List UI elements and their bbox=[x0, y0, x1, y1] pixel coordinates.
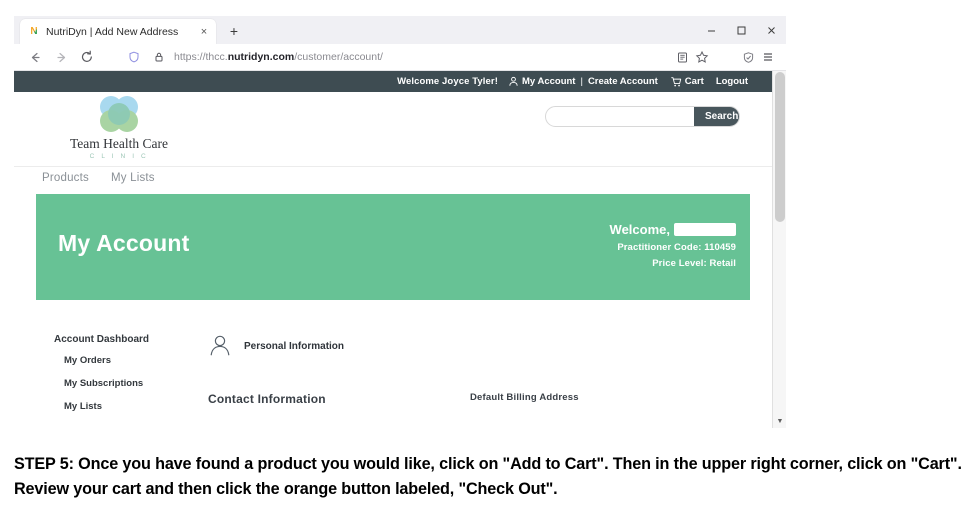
practitioner-code: Practitioner Code: 110459 bbox=[617, 242, 736, 253]
account-main-content: Personal Information Contact Information… bbox=[208, 334, 750, 424]
hero-account-summary: Welcome, Practitioner Code: 110459 Price… bbox=[610, 222, 736, 269]
cart-link[interactable]: Cart bbox=[670, 76, 704, 88]
sidebar-heading-account-dashboard[interactable]: Account Dashboard bbox=[54, 334, 208, 345]
search-button[interactable]: Search bbox=[694, 107, 739, 126]
forward-arrow-icon bbox=[56, 52, 65, 62]
scroll-down-arrow-icon[interactable]: ▼ bbox=[773, 416, 786, 428]
main-navigation: Products My Lists bbox=[14, 166, 772, 188]
sidebar-item-my-orders[interactable]: My Orders bbox=[64, 355, 208, 366]
padlock-icon[interactable] bbox=[149, 47, 169, 67]
cart-label: Cart bbox=[684, 76, 704, 87]
site-utility-bar: Welcome Joyce Tyler! My Account | Create… bbox=[14, 71, 772, 92]
redacted-user-name bbox=[674, 223, 736, 236]
contact-information-heading: Contact Information bbox=[208, 392, 326, 406]
new-tab-button[interactable]: + bbox=[222, 19, 246, 43]
search-box[interactable]: Search bbox=[545, 106, 740, 127]
personal-information-block: Personal Information bbox=[208, 334, 750, 358]
reload-button[interactable] bbox=[74, 46, 100, 68]
close-tab-icon[interactable]: × bbox=[198, 26, 210, 38]
sidebar-item-my-lists[interactable]: My Lists bbox=[64, 401, 208, 412]
my-account-label: My Account bbox=[521, 76, 576, 87]
tab-title: NutriDyn | Add New Address bbox=[46, 25, 179, 38]
account-columns: Contact Information Default Billing Addr… bbox=[208, 392, 750, 406]
hero-welcome-prefix: Welcome, bbox=[609, 222, 670, 237]
search-input[interactable] bbox=[546, 107, 694, 126]
nutridyn-n-favicon-icon: N bbox=[28, 26, 40, 38]
sidebar-item-my-subscriptions[interactable]: My Subscriptions bbox=[64, 378, 208, 389]
tab-strip: N NutriDyn | Add New Address × + bbox=[14, 16, 786, 44]
account-body: Account Dashboard My Orders My Subscript… bbox=[14, 300, 772, 424]
address-bar[interactable]: https://thcc.nutridyn.com/customer/accou… bbox=[118, 46, 666, 68]
create-account-link[interactable]: Create Account bbox=[588, 76, 658, 87]
maximize-icon bbox=[737, 26, 745, 34]
maximize-window-button[interactable] bbox=[726, 17, 756, 43]
utility-separator: | bbox=[580, 76, 583, 87]
nav-item-my-lists[interactable]: My Lists bbox=[111, 172, 155, 184]
tracking-protection-icon[interactable] bbox=[738, 47, 758, 67]
reload-icon bbox=[81, 50, 92, 62]
page-title: My Account bbox=[58, 230, 190, 256]
price-level: Price Level: Retail bbox=[652, 258, 736, 269]
utility-welcome-text: Welcome Joyce Tyler! bbox=[397, 76, 498, 87]
hero-container: My Account Welcome, Practitioner Code: 1… bbox=[14, 188, 772, 300]
scrollbar-thumb[interactable] bbox=[775, 72, 785, 222]
default-billing-address-column: Default Billing Address bbox=[470, 392, 750, 406]
default-billing-address-heading: Default Billing Address bbox=[470, 392, 579, 403]
my-account-link[interactable]: My Account bbox=[508, 76, 575, 87]
logo-subtitle: C L I N I C bbox=[89, 153, 149, 160]
vertical-scrollbar[interactable]: ▲ ▼ bbox=[772, 71, 786, 428]
url-text: https://thcc.nutridyn.com/customer/accou… bbox=[174, 51, 383, 63]
contact-information-column: Contact Information bbox=[208, 392, 470, 406]
url-prefix: https://thcc. bbox=[174, 51, 228, 63]
forward-button[interactable] bbox=[48, 46, 74, 68]
back-button[interactable] bbox=[22, 46, 48, 68]
url-domain: nutridyn.com bbox=[227, 51, 295, 63]
web-page: Welcome Joyce Tyler! My Account | Create… bbox=[14, 71, 772, 428]
url-path: /customer/account/ bbox=[294, 51, 383, 63]
nav-item-products[interactable]: Products bbox=[42, 172, 89, 184]
browser-toolbar: https://thcc.nutridyn.com/customer/accou… bbox=[14, 44, 786, 71]
account-sidebar: Account Dashboard My Orders My Subscript… bbox=[36, 334, 208, 424]
logo-name: Team Health Care bbox=[69, 136, 168, 151]
bookmark-star-icon[interactable] bbox=[692, 47, 712, 67]
account-hero-banner: My Account Welcome, Practitioner Code: 1… bbox=[36, 194, 750, 300]
hamburger-menu-icon[interactable] bbox=[758, 47, 778, 67]
back-arrow-icon bbox=[31, 52, 40, 62]
logout-link[interactable]: Logout bbox=[716, 76, 748, 87]
close-icon bbox=[767, 26, 775, 34]
reader-view-icon[interactable] bbox=[672, 47, 692, 67]
clover-logo-icon bbox=[100, 96, 138, 132]
cart-icon bbox=[671, 76, 681, 86]
hero-welcome: Welcome, bbox=[610, 222, 736, 237]
person-icon bbox=[210, 335, 230, 356]
site-logo[interactable]: Team Health Care C L I N I C bbox=[59, 96, 179, 160]
browser-window: N NutriDyn | Add New Address × + https:/… bbox=[14, 16, 786, 428]
window-controls bbox=[696, 16, 786, 44]
screenshot-root: N NutriDyn | Add New Address × + https:/… bbox=[0, 0, 977, 530]
shield-icon[interactable] bbox=[124, 47, 144, 67]
instruction-caption: STEP 5: Once you have found a product yo… bbox=[14, 455, 962, 498]
close-window-button[interactable] bbox=[756, 17, 786, 43]
minimize-icon bbox=[707, 30, 715, 31]
personal-information-label: Personal Information bbox=[244, 340, 345, 352]
page-viewport: Welcome Joyce Tyler! My Account | Create… bbox=[14, 71, 786, 428]
browser-tab[interactable]: N NutriDyn | Add New Address × bbox=[20, 19, 216, 44]
minimize-window-button[interactable] bbox=[696, 17, 726, 43]
site-header: Team Health Care C L I N I C Search bbox=[14, 92, 772, 166]
user-icon bbox=[509, 76, 518, 86]
